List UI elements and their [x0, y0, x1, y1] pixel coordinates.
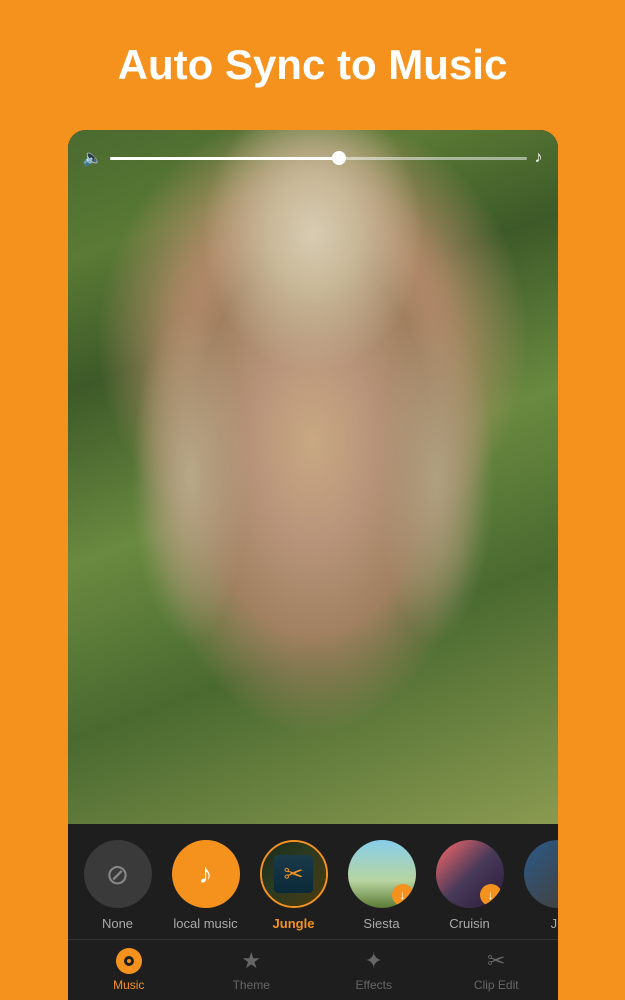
music-note-icon: ♪	[535, 149, 543, 167]
seek-bar[interactable]	[110, 157, 526, 160]
music-circle-none: ⊘	[84, 840, 152, 908]
scissors-tab-icon: ✂	[487, 948, 505, 974]
music-circle-siesta: ↓	[348, 840, 416, 908]
seek-fill	[110, 157, 339, 160]
music-item-local[interactable]: ♪ local music	[166, 840, 246, 931]
volume-icon: 🔈	[83, 148, 103, 168]
video-area: 🔈 ♪	[68, 130, 558, 824]
music-label-siesta: Siesta	[363, 916, 399, 931]
seekbar-container: 🔈 ♪	[83, 148, 543, 168]
jungle-scissors-icon: ✂	[283, 860, 303, 889]
header: Auto Sync to Music	[0, 0, 625, 110]
tab-label-music: Music	[113, 978, 144, 992]
tab-effects[interactable]: ✦ Effects	[313, 940, 436, 1000]
seek-knob	[332, 151, 346, 165]
music-list: ⊘ None ♪ local music ✂ Jungle	[68, 840, 558, 931]
music-item-partial[interactable]: Ju	[518, 840, 558, 931]
music-label-cruisin: Cruisin	[449, 916, 489, 931]
tab-label-effects: Effects	[356, 978, 392, 992]
bottom-panel: ⊘ None ♪ local music ✂ Jungle	[68, 824, 558, 939]
phone-mockup: 🔈 ♪ ⊘ None ♪ local music	[68, 130, 558, 1000]
tab-theme[interactable]: ★ Theme	[190, 940, 313, 1000]
tab-clip-edit[interactable]: ✂ Clip Edit	[435, 940, 558, 1000]
music-item-none[interactable]: ⊘ None	[78, 840, 158, 931]
star-icon: ★	[241, 948, 261, 974]
page-title: Auto Sync to Music	[118, 40, 508, 90]
music-circle-local: ♪	[172, 840, 240, 908]
siesta-download-badge: ↓	[392, 884, 414, 906]
music-local-icon: ♪	[199, 858, 213, 890]
music-circle-cruisin: ↓	[436, 840, 504, 908]
music-item-jungle[interactable]: ✂ Jungle	[254, 840, 334, 931]
music-item-siesta[interactable]: ↓ Siesta	[342, 840, 422, 931]
tab-label-theme: Theme	[233, 978, 270, 992]
none-icon: ⊘	[106, 858, 129, 891]
music-item-cruisin[interactable]: ↓ Cruisin	[430, 840, 510, 931]
video-content	[68, 130, 558, 824]
music-label-none: None	[102, 916, 133, 931]
partial-thumbnail	[524, 840, 558, 908]
tab-bar: Music ★ Theme ✦ Effects ✂ Clip Edit	[68, 939, 558, 1000]
tab-music[interactable]: Music	[68, 940, 191, 1000]
music-circle-jungle: ✂	[260, 840, 328, 908]
effects-icon: ✦	[365, 948, 383, 974]
music-label-jungle: Jungle	[273, 916, 315, 931]
vinyl-icon	[116, 948, 142, 974]
music-circle-partial	[524, 840, 558, 908]
cruisin-download-badge: ↓	[480, 884, 502, 906]
music-label-partial: Ju	[551, 916, 558, 931]
music-label-local: local music	[173, 916, 237, 931]
tab-label-clip-edit: Clip Edit	[474, 978, 519, 992]
